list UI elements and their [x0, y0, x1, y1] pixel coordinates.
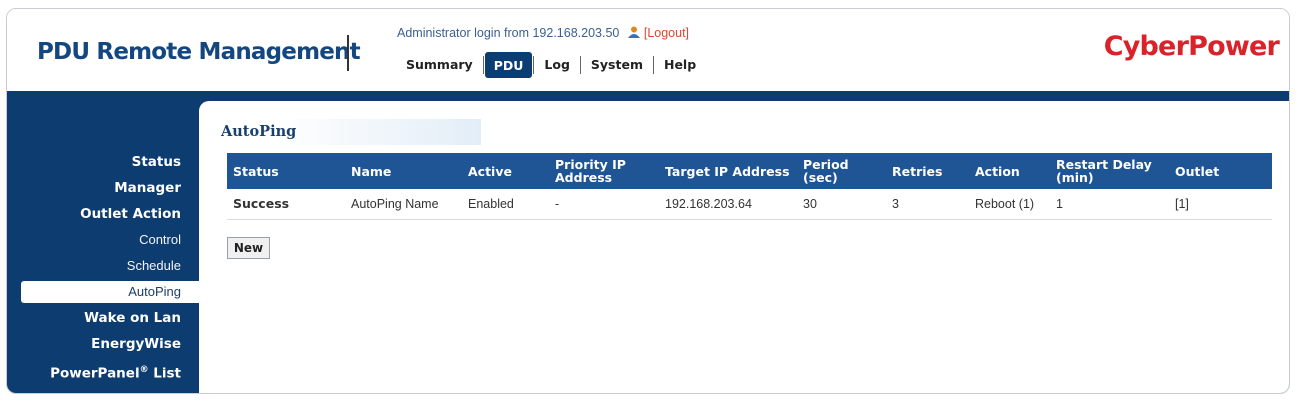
brand-logo: CyberPower: [1103, 31, 1280, 62]
cell-retries: 3: [886, 189, 969, 220]
col-header-priority-ip: Priority IP Address: [549, 153, 659, 189]
col-header-target-ip: Target IP Address: [659, 153, 797, 189]
nav-divider: [652, 56, 654, 74]
title-divider: [347, 35, 349, 71]
tab-system[interactable]: System: [582, 53, 652, 77]
tab-help[interactable]: Help: [655, 53, 705, 77]
autoping-table: Status Name Active Priority IP Address T…: [227, 153, 1272, 220]
col-header-name: Name: [345, 153, 462, 189]
sidebar-item-wake-on-lan[interactable]: Wake on Lan: [7, 305, 199, 331]
cell-status: Success: [227, 189, 345, 220]
login-text: Administrator login from 192.168.203.50: [397, 26, 620, 40]
cell-action: Reboot (1): [969, 189, 1050, 220]
sidebar-item-energywise[interactable]: EnergyWise: [7, 331, 199, 357]
tab-pdu[interactable]: PDU: [484, 52, 533, 78]
user-icon: [627, 26, 641, 38]
table-row[interactable]: Success AutoPing Name Enabled - 192.168.…: [227, 189, 1272, 220]
main-nav: Summary PDU Log System Help: [397, 52, 705, 78]
cell-active: Enabled: [462, 189, 549, 220]
sidebar-item-powerpanel-list[interactable]: PowerPanel® List: [7, 357, 199, 383]
sidebar-item-outlet-action[interactable]: Outlet Action: [7, 201, 199, 227]
col-header-active: Active: [462, 153, 549, 189]
logout-link[interactable]: [Logout]: [644, 26, 689, 40]
header: PDU Remote Management Administrator logi…: [7, 9, 1289, 91]
login-info: Administrator login from 192.168.203.50 …: [397, 26, 689, 40]
table-header-row: Status Name Active Priority IP Address T…: [227, 153, 1272, 189]
tab-log[interactable]: Log: [535, 53, 579, 77]
cell-priority-ip: -: [549, 189, 659, 220]
sidebar-item-autoping[interactable]: AutoPing: [21, 281, 199, 303]
app-window: PDU Remote Management Administrator logi…: [6, 8, 1290, 394]
col-header-outlet: Outlet: [1169, 153, 1272, 189]
content-panel: AutoPing Status Name Active Priority IP …: [199, 101, 1289, 393]
sidebar: Status Manager Outlet Action Control Sch…: [7, 149, 199, 383]
col-header-status: Status: [227, 153, 345, 189]
app-title: PDU Remote Management: [37, 39, 361, 65]
nav-divider: [579, 56, 581, 74]
sidebar-item-schedule[interactable]: Schedule: [7, 253, 199, 279]
cell-period: 30: [797, 189, 886, 220]
col-header-restart-delay: Restart Delay (min): [1050, 153, 1169, 189]
nav-divider: [533, 56, 535, 74]
col-header-action: Action: [969, 153, 1050, 189]
cell-restart-delay: 1: [1050, 189, 1169, 220]
sidebar-item-manager[interactable]: Manager: [7, 175, 199, 201]
sidebar-item-status[interactable]: Status: [7, 149, 199, 175]
cell-target-ip: 192.168.203.64: [659, 189, 797, 220]
new-button[interactable]: New: [227, 237, 270, 259]
cell-outlet: [1]: [1169, 189, 1272, 220]
sidebar-item-label-rest: List: [148, 365, 181, 382]
cell-name: AutoPing Name: [345, 189, 462, 220]
tab-summary[interactable]: Summary: [397, 53, 482, 77]
sidebar-item-control[interactable]: Control: [7, 227, 199, 253]
nav-divider: [482, 56, 484, 74]
page-title: AutoPing: [221, 119, 481, 145]
registered-mark: ®: [139, 365, 149, 375]
sidebar-item-label: PowerPanel: [50, 365, 140, 382]
col-header-retries: Retries: [886, 153, 969, 189]
col-header-period: Period (sec): [797, 153, 886, 189]
